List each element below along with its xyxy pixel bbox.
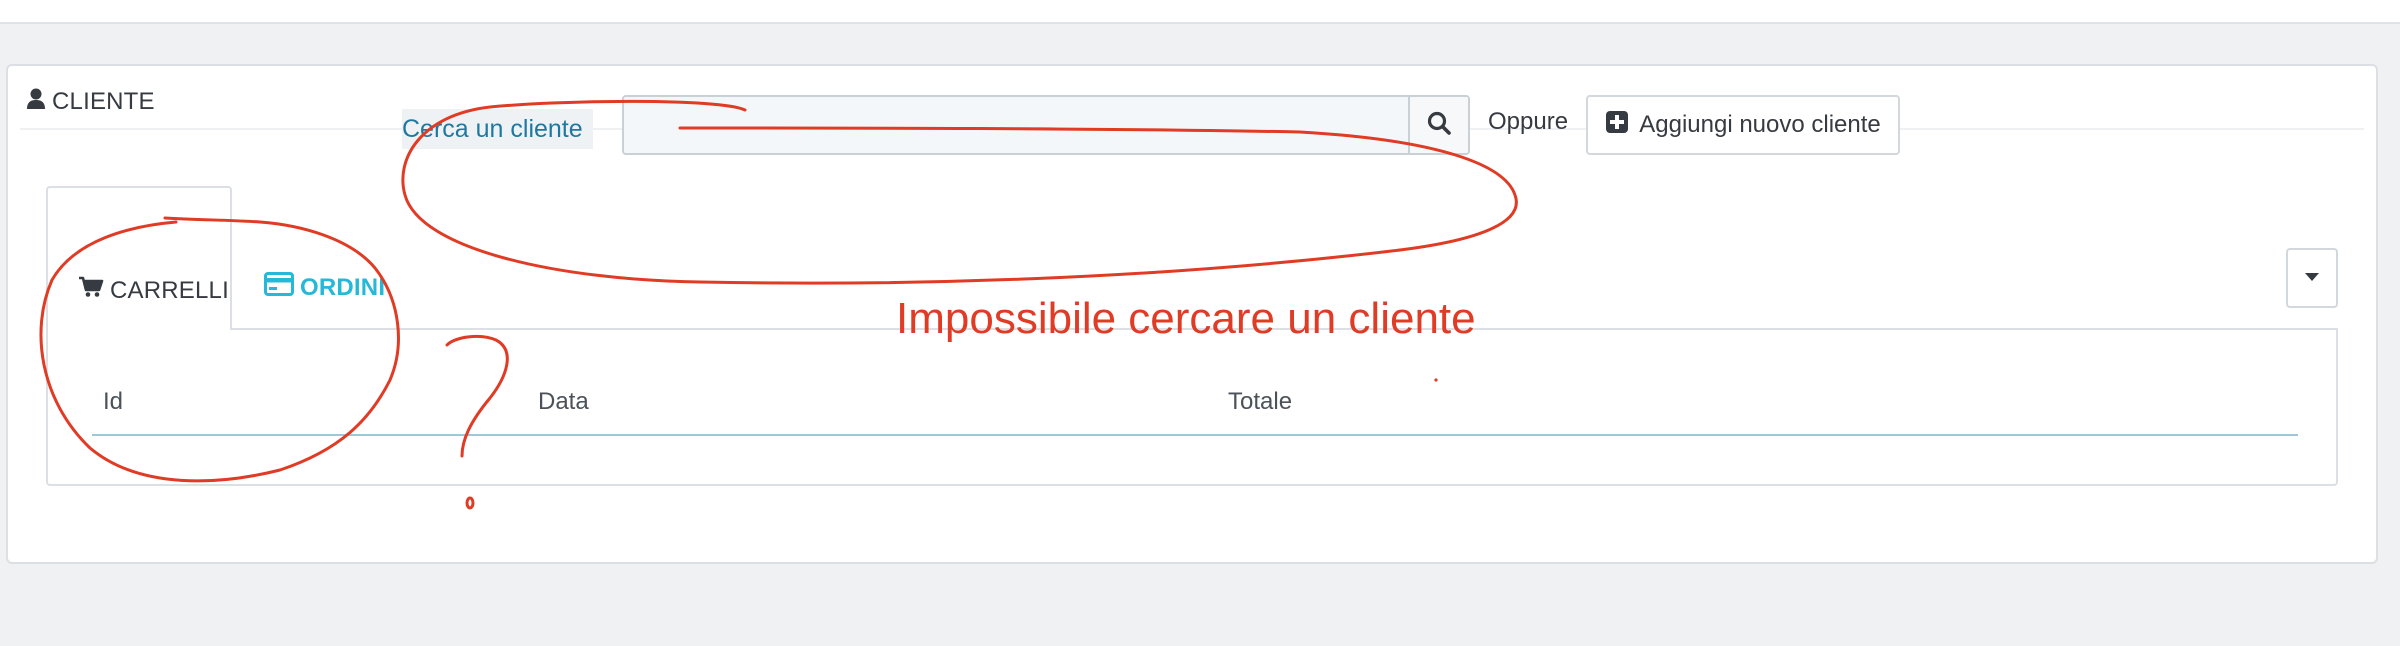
search-label: Cerca un cliente: [402, 109, 593, 149]
column-header-total[interactable]: Totale: [1228, 388, 1292, 416]
plus-square-icon: [1605, 110, 1629, 141]
panel-title: CLIENTE: [52, 88, 155, 115]
panel-dropdown-toggle[interactable]: [2286, 248, 2338, 308]
tab-content: Id Data Totale: [46, 328, 2338, 486]
column-header-id[interactable]: Id: [103, 388, 123, 416]
search-icon: [1426, 110, 1452, 141]
tab-orders[interactable]: ORDINI: [264, 272, 385, 303]
customer-search-input[interactable]: [624, 97, 1408, 153]
credit-card-icon: [264, 272, 294, 303]
annotation-text: Impossibile cercare un cliente: [896, 294, 1476, 343]
tab-orders-label: ORDINI: [300, 273, 386, 301]
add-new-customer-label: Aggiungi nuovo cliente: [1639, 111, 1881, 138]
column-header-date[interactable]: Data: [538, 388, 589, 416]
customer-search-group: [622, 95, 1470, 155]
add-new-customer-button[interactable]: Aggiungi nuovo cliente: [1586, 95, 1900, 155]
table-header-divider: [92, 434, 2298, 436]
or-text: Oppure: [1488, 108, 1569, 135]
search-button[interactable]: [1408, 97, 1468, 153]
panel-heading: CLIENTE: [26, 84, 155, 120]
cart-icon: [78, 276, 104, 305]
tab-carts-label: CARRELLI: [110, 276, 229, 304]
tab-carts[interactable]: CARRELLI: [46, 186, 232, 330]
top-bar: [0, 0, 2400, 24]
user-icon: [26, 88, 46, 117]
caret-down-icon: [2304, 269, 2320, 287]
